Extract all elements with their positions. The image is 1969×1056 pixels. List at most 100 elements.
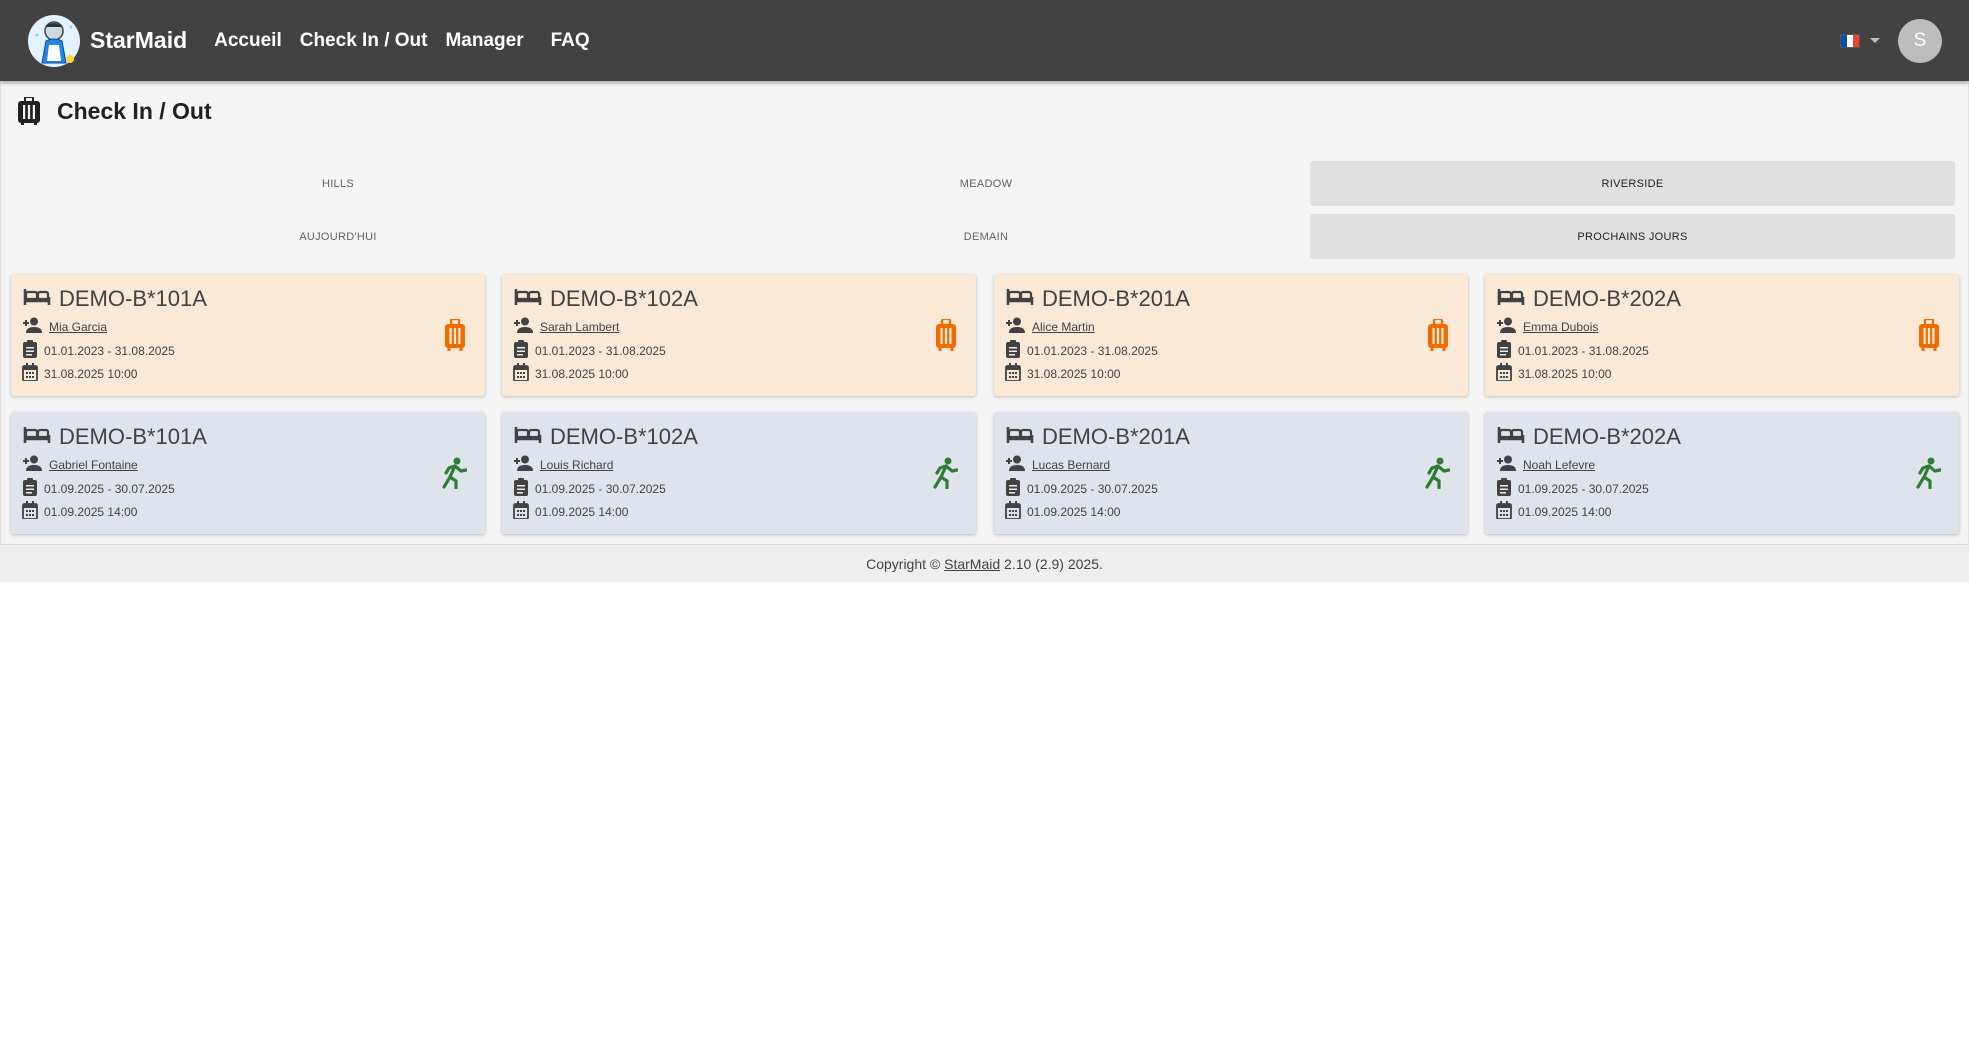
datetime-line: 01.09.2025 14:00 [513, 501, 628, 522]
checkin-card[interactable]: DEMO-B*102A Louis Richard 01.09.2025 - 30.… [502, 412, 976, 534]
checkout-card[interactable]: DEMO-B*102A Sarah Lambert 01.01.2023 - 31.… [502, 274, 976, 396]
suitcase-icon[interactable] [934, 317, 958, 356]
event-datetime: 31.08.2025 10:00 [44, 366, 138, 381]
event-datetime: 01.09.2025 14:00 [1518, 504, 1612, 519]
running-person-icon[interactable] [441, 457, 468, 494]
guest-name-link[interactable]: Louis Richard [540, 458, 613, 472]
france-flag-icon[interactable] [1840, 33, 1860, 48]
event-datetime: 31.08.2025 10:00 [535, 366, 629, 381]
suitcase-icon[interactable] [1426, 317, 1450, 356]
event-datetime: 01.09.2025 14:00 [535, 504, 629, 519]
running-person-icon[interactable] [1424, 457, 1451, 494]
room-name: DEMO-B*101A [59, 286, 207, 311]
tab-riverside[interactable]: RIVERSIDE [1310, 161, 1955, 206]
guest-name-link[interactable]: Sarah Lambert [540, 320, 619, 334]
checkin-card[interactable]: DEMO-B*202A Noah Lefevre 01.09.2025 - 30.0… [1485, 412, 1959, 534]
guest-line: Emma Dubois [1496, 317, 1598, 336]
checkout-card[interactable]: DEMO-B*202A Emma Dubois 01.01.2023 - 31.08… [1485, 274, 1959, 396]
stay-period: 01.01.2023 - 31.08.2025 [535, 343, 666, 358]
guest-line: Mia Garcia [22, 317, 107, 336]
period-line: 01.09.2025 - 30.07.2025 [22, 478, 175, 499]
room-name: DEMO-B*202A [1533, 424, 1681, 449]
clipboard-icon [1005, 478, 1021, 499]
guest-name-link[interactable]: Alice Martin [1032, 320, 1095, 334]
event-datetime: 01.09.2025 14:00 [1027, 504, 1121, 519]
guest-name-link[interactable]: Noah Lefevre [1523, 458, 1595, 472]
calendar-icon [1005, 501, 1021, 522]
datetime-line: 31.08.2025 10:00 [513, 363, 628, 384]
running-person-icon[interactable] [1915, 457, 1942, 494]
datetime-line: 01.09.2025 14:00 [1005, 501, 1120, 522]
checkout-card[interactable]: DEMO-B*201A Alice Martin 01.01.2023 - 31.0… [994, 274, 1468, 396]
nav-link-faq[interactable]: FAQ [551, 30, 590, 52]
room-title: DEMO-B*202A [1497, 286, 1681, 312]
guest-name-link[interactable]: Lucas Bernard [1032, 458, 1110, 472]
person-add-icon [513, 455, 534, 474]
event-datetime: 31.08.2025 10:00 [1518, 366, 1612, 381]
footer-starmaid-link[interactable]: StarMaid [944, 556, 1000, 572]
guest-name-link[interactable]: Gabriel Fontaine [49, 458, 138, 472]
tab-next-days[interactable]: PROCHAINS JOURS [1310, 214, 1955, 259]
tab-tomorrow[interactable]: DEMAIN [663, 214, 1309, 259]
tab-today[interactable]: AUJOURD'HUI [1, 214, 675, 259]
room-title: DEMO-B*101A [23, 286, 207, 312]
guest-line: Lucas Bernard [1005, 455, 1110, 474]
guest-name-link[interactable]: Mia Garcia [49, 320, 107, 334]
person-add-icon [1496, 455, 1517, 474]
running-person-icon[interactable] [932, 457, 959, 494]
clipboard-icon [1496, 340, 1512, 361]
stay-period: 01.01.2023 - 31.08.2025 [1027, 343, 1158, 358]
clipboard-icon [22, 478, 38, 499]
room-name: DEMO-B*202A [1533, 286, 1681, 311]
room-title: DEMO-B*201A [1006, 286, 1190, 312]
calendar-icon [22, 363, 38, 384]
user-avatar[interactable]: S [1898, 18, 1942, 63]
suitcase-icon[interactable] [1917, 317, 1941, 356]
language-dropdown-caret-icon[interactable] [1870, 38, 1880, 43]
room-name: DEMO-B*201A [1042, 286, 1190, 311]
top-navbar: StarMaid Accueil Check In / Out Manager … [0, 0, 1969, 81]
stay-period: 01.09.2025 - 30.07.2025 [1027, 481, 1158, 496]
tab-meadow[interactable]: MEADOW [663, 161, 1309, 206]
brand[interactable]: StarMaid [28, 14, 187, 67]
calendar-icon [1496, 363, 1512, 384]
room-name: DEMO-B*101A [59, 424, 207, 449]
period-line: 01.01.2023 - 31.08.2025 [1496, 340, 1649, 361]
guest-name-link[interactable]: Emma Dubois [1523, 320, 1598, 334]
calendar-icon [513, 363, 529, 384]
datetime-line: 01.09.2025 14:00 [22, 501, 137, 522]
checkin-card[interactable]: DEMO-B*101A Gabriel Fontaine 01.09.2025 - … [11, 412, 485, 534]
clipboard-icon [22, 340, 38, 361]
datetime-line: 01.09.2025 14:00 [1496, 501, 1611, 522]
clipboard-icon [1496, 478, 1512, 499]
calendar-icon [1005, 363, 1021, 384]
period-line: 01.09.2025 - 30.07.2025 [1005, 478, 1158, 499]
checkout-card[interactable]: DEMO-B*101A Mia Garcia 01.01.2023 - 31.08.… [11, 274, 485, 396]
room-title: DEMO-B*202A [1497, 424, 1681, 450]
stay-period: 01.01.2023 - 31.08.2025 [44, 343, 175, 358]
period-line: 01.01.2023 - 31.08.2025 [22, 340, 175, 361]
room-name: DEMO-B*201A [1042, 424, 1190, 449]
bed-icon [1497, 425, 1525, 450]
bed-icon [1497, 287, 1525, 312]
event-datetime: 01.09.2025 14:00 [44, 504, 138, 519]
nav-link-accueil[interactable]: Accueil [214, 30, 282, 52]
guest-line: Sarah Lambert [513, 317, 619, 336]
period-line: 01.09.2025 - 30.07.2025 [513, 478, 666, 499]
nav-link-check-in-out[interactable]: Check In / Out [300, 30, 428, 52]
brand-name[interactable]: StarMaid [90, 27, 187, 54]
nav-link-manager[interactable]: Manager [445, 30, 523, 52]
footer-version: 2.10 (2.9) 2025. [1004, 555, 1103, 572]
tab-hills[interactable]: HILLS [1, 161, 675, 206]
person-add-icon [1005, 455, 1026, 474]
room-name: DEMO-B*102A [550, 424, 698, 449]
event-datetime: 31.08.2025 10:00 [1027, 366, 1121, 381]
bed-icon [514, 287, 542, 312]
clipboard-icon [513, 340, 529, 361]
guest-line: Noah Lefevre [1496, 455, 1595, 474]
person-add-icon [1496, 317, 1517, 336]
checkin-card[interactable]: DEMO-B*201A Lucas Bernard 01.09.2025 - 30.… [994, 412, 1468, 534]
bed-icon [23, 425, 51, 450]
suitcase-icon[interactable] [443, 317, 467, 356]
page-title-text: Check In / Out [57, 97, 212, 124]
